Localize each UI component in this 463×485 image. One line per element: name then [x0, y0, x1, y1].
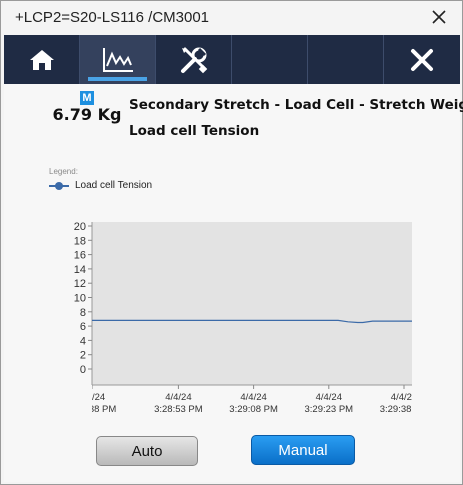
- y-tick-label: 4: [80, 335, 86, 347]
- close-icon: [411, 48, 433, 71]
- value-block: M 6.79 Kg: [52, 88, 122, 124]
- x-tick-time: 3:29:08 PM: [229, 404, 278, 415]
- y-tick-label: 12: [74, 278, 86, 290]
- x-tick-labels: 4/4/243:28:38 PM4/4/243:28:53 PM4/4/243:…: [68, 385, 424, 415]
- trend-chart: 201816141210864204/4/243:28:38 PM4/4/243…: [68, 221, 424, 415]
- y-tick-label: 10: [74, 293, 86, 305]
- title-bar: +LCP2=S20-LS116 /CM3001: [1, 1, 462, 34]
- legend-label: Legend:: [49, 167, 78, 176]
- toolbar: [4, 35, 460, 84]
- x-tick-date: 4/4/24: [165, 392, 191, 403]
- current-value: 6.79 Kg: [52, 105, 122, 124]
- y-tick-label: 20: [74, 221, 86, 233]
- y-tick-label: 14: [74, 264, 86, 276]
- legend-text: Load cell Tension: [75, 180, 153, 191]
- description-title: Secondary Stretch - Load Cell - Stretch …: [129, 97, 463, 113]
- dialog-window: +LCP2=S20-LS116 /CM3001 M 6.79 Kg Second…: [0, 0, 463, 485]
- mode-badge: M: [80, 91, 94, 105]
- legend-marker: [49, 181, 69, 190]
- toolbar-empty-button-1[interactable]: [232, 35, 308, 84]
- content-area: M 6.79 Kg Secondary Stretch - Load Cell …: [4, 84, 463, 482]
- window-title: +LCP2=S20-LS116 /CM3001: [15, 9, 210, 26]
- home-icon: [29, 49, 54, 70]
- y-tick-label: 16: [74, 250, 86, 262]
- home-button[interactable]: [4, 35, 80, 84]
- x-tick-date: 4/4/24: [240, 392, 266, 403]
- x-tick-time: 3:29:23 PM: [305, 404, 354, 415]
- legend-item: Load cell Tension: [49, 180, 152, 191]
- plot-area: [92, 222, 412, 385]
- x-tick-time: 3:28:38 PM: [68, 404, 117, 415]
- trend-chart-icon: [102, 47, 133, 72]
- x-tick-time: 3:28:53 PM: [154, 404, 203, 415]
- x-tick-time: 3:29:38 PM: [380, 404, 424, 415]
- y-tick-label: 18: [74, 235, 86, 247]
- x-tick-date: 4/4/24: [391, 392, 417, 403]
- toolbar-close-button[interactable]: [384, 35, 460, 84]
- x-tick-date: 4/4/24: [316, 392, 342, 403]
- description-subtitle: Load cell Tension: [129, 123, 260, 139]
- settings-button[interactable]: [156, 35, 232, 84]
- y-tick-label: 0: [80, 364, 86, 376]
- y-tick-label: 6: [80, 321, 86, 333]
- y-tick-label: 2: [80, 350, 86, 362]
- manual-button[interactable]: Manual: [251, 435, 355, 465]
- trend-button[interactable]: [80, 35, 156, 84]
- close-icon[interactable]: [430, 8, 448, 26]
- tools-icon: [180, 47, 207, 73]
- toolbar-empty-button-2[interactable]: [308, 35, 384, 84]
- auto-button[interactable]: Auto: [96, 436, 198, 466]
- x-tick-date: 4/4/24: [79, 392, 105, 403]
- y-tick-label: 8: [80, 307, 86, 319]
